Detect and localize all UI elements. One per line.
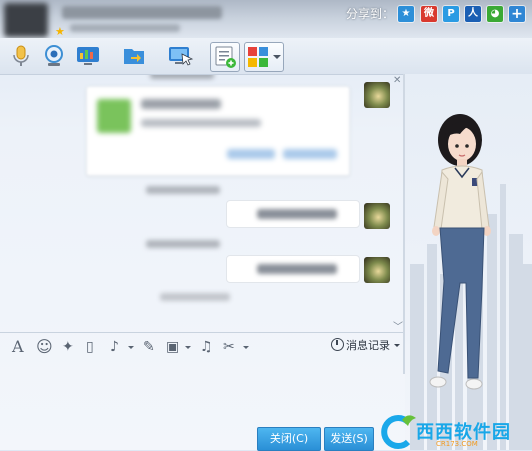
sender-avatar[interactable] [364,257,390,283]
app-grid-button[interactable] [244,42,284,72]
card-link-blurred[interactable] [227,149,275,159]
font-icon[interactable]: A [12,339,24,355]
message-text-blurred [257,264,337,274]
screen-share-icon[interactable] [76,44,100,68]
message-bubble[interactable] [226,200,360,228]
file-transfer-icon[interactable] [122,44,146,68]
chevron-down-icon[interactable] [185,346,191,349]
card-title-blurred [141,99,221,109]
card-link-blurred[interactable] [283,149,337,159]
contact-avatar[interactable] [4,3,48,37]
chevron-down-icon[interactable] [128,346,134,349]
watermark-logo: 西西软件园 CR173.COM [378,414,532,450]
pengyou-share-icon[interactable]: P [443,6,459,22]
message-bubble[interactable] [226,255,360,283]
send-button[interactable]: 发送(S) [324,427,374,451]
music-icon[interactable]: ♫ [200,339,213,355]
message-timestamp-blurred [146,240,220,248]
edit-icon[interactable]: ✎ [143,339,155,355]
qzone-share-icon[interactable]: ★ [398,6,414,22]
watermark-c-icon [381,415,416,449]
title-bar: ★ 分享到： ★ 微 P 人 ◕ + [0,0,532,38]
message-timestamp-blurred [160,293,230,301]
contact-name-blurred [62,6,222,19]
sender-avatar[interactable] [364,82,390,108]
create-discussion-button[interactable] [210,42,240,72]
scroll-down-icon[interactable]: ﹀ [393,318,403,333]
shake-window-icon[interactable]: ▯ [86,339,94,355]
chevron-down-icon[interactable] [273,55,281,59]
voice-call-icon[interactable] [10,44,32,68]
emoji-icon[interactable]: ☺ [36,339,53,355]
star-icon: ★ [55,25,65,38]
close-button[interactable]: 关闭(C) [257,427,321,451]
message-history-label: 消息记录 [346,339,390,352]
card-thumbnail-blurred [97,99,131,133]
poke-icon[interactable]: ✦ [62,339,74,355]
message-timestamp-blurred [150,75,214,79]
scroll-up-icon[interactable]: ✕ [393,75,401,86]
message-history-button[interactable]: 消息记录 [331,337,400,355]
chat-toolbar [0,38,532,96]
message-timestamp-blurred [146,186,220,194]
share-label: 分享到： [346,7,395,21]
scissors-icon[interactable]: ✂ [223,339,235,355]
voice-message-icon[interactable]: ♪ [110,339,119,355]
create-discussion-icon [215,46,236,68]
renren-share-icon[interactable]: 人 [465,6,481,22]
image-icon[interactable]: ▣ [166,339,179,355]
shared-card-message-blurred[interactable] [86,86,350,176]
remote-assist-icon[interactable] [168,44,194,68]
chevron-down-icon[interactable] [243,346,249,349]
app-grid-icon [248,47,268,67]
video-call-icon[interactable] [42,44,66,68]
clock-icon [331,338,344,351]
watermark-domain: CR173.COM [436,440,478,448]
show-avatar-figure[interactable] [420,110,500,410]
sender-avatar[interactable] [364,203,390,229]
wechat-share-icon[interactable]: ◕ [487,6,503,22]
more-share-icon[interactable]: + [509,6,525,22]
weibo-share-icon[interactable]: 微 [421,6,437,22]
contact-signature-blurred [70,24,180,32]
chevron-down-icon [393,344,400,347]
card-desc-blurred [141,119,261,127]
message-text-blurred [257,209,337,219]
